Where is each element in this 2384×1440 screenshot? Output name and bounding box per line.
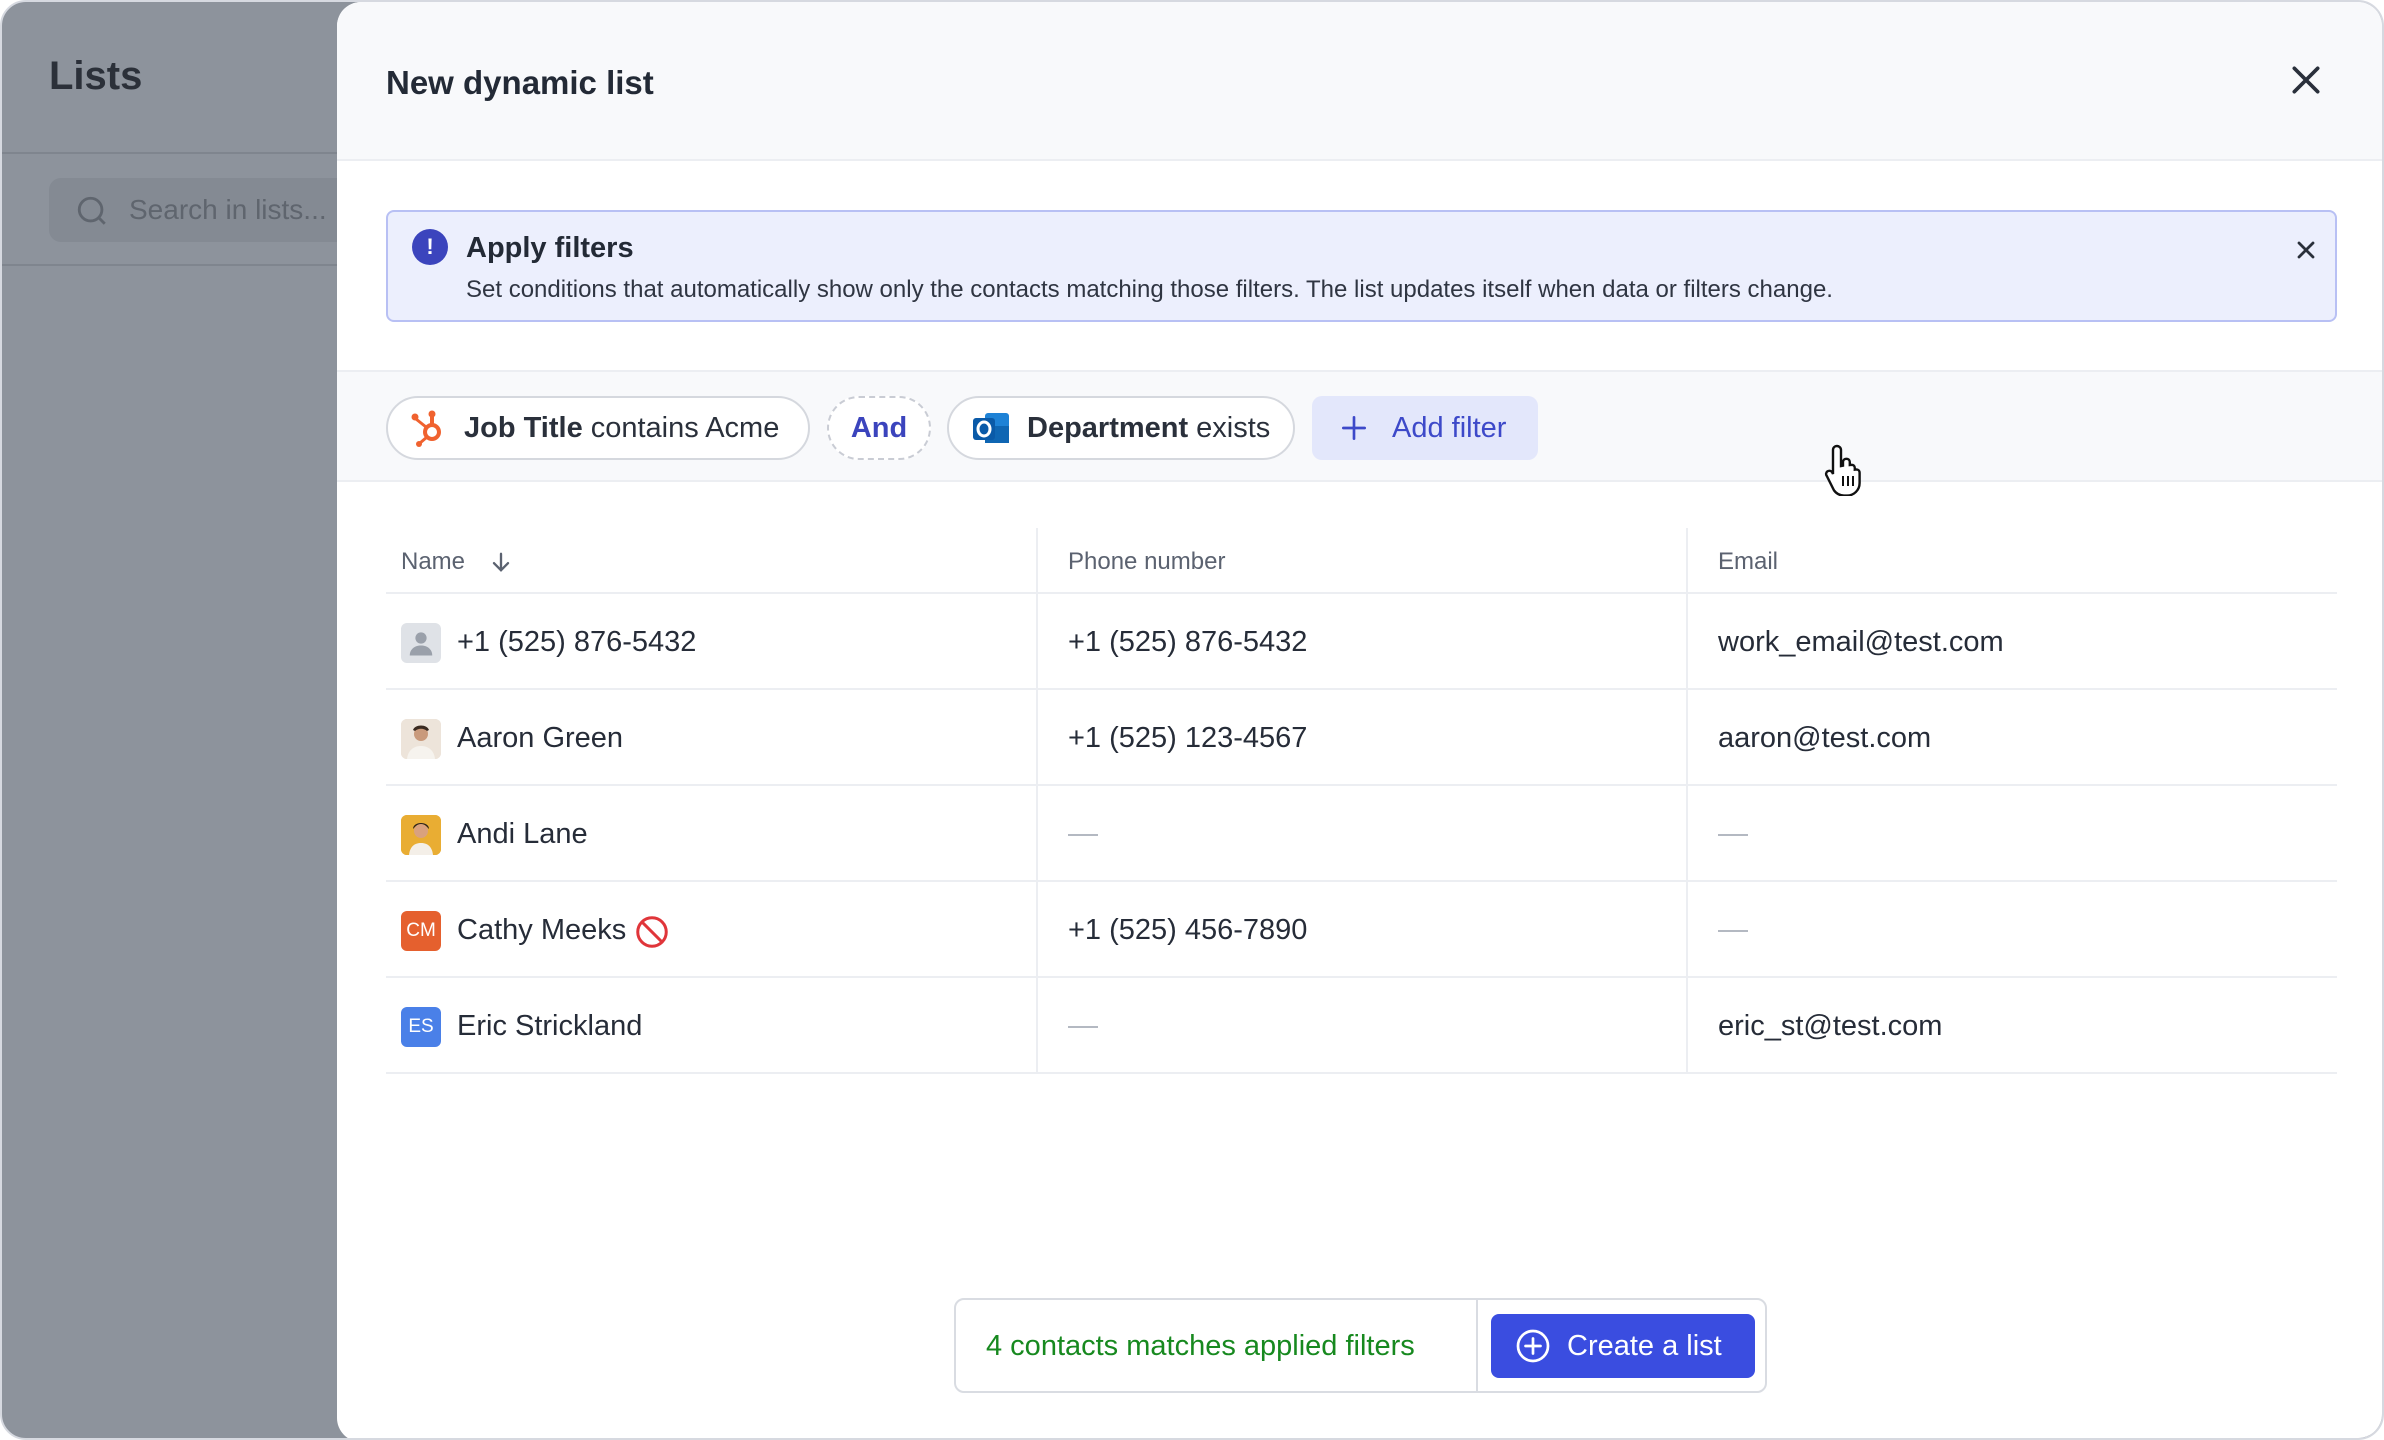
contact-phone: +1 (525) 876-5432 <box>1068 626 1308 658</box>
match-count-status: 4 contacts matches applied filters <box>986 1330 1415 1362</box>
hand-cursor-icon <box>1824 444 1861 496</box>
avatar-initials: ES <box>401 1007 441 1047</box>
empty-dash <box>1068 834 1098 837</box>
table-row[interactable]: Aaron Green +1 (525) 123-4567 aaron@test… <box>386 690 2337 786</box>
table-header: Name Phone number Email <box>386 528 2337 594</box>
add-filter-button[interactable]: Add filter <box>1312 396 1538 460</box>
contact-phone: +1 (525) 123-4567 <box>1068 722 1308 754</box>
contact-phone: +1 (525) 456-7890 <box>1068 914 1308 946</box>
filter-bar: Job Title contains Acme And Department e… <box>337 370 2382 482</box>
new-dynamic-list-modal: New dynamic list ! Apply filters Set con… <box>337 2 2382 1438</box>
filter-field: Job Title <box>464 411 583 444</box>
contact-email: work_email@test.com <box>1718 626 2004 658</box>
avatar <box>401 815 441 855</box>
create-list-label: Create a list <box>1567 1329 1722 1362</box>
exclamation-icon: ! <box>412 229 448 265</box>
table-row[interactable]: Andi Lane <box>386 786 2337 882</box>
contact-phone-empty <box>1068 1010 1098 1043</box>
contact-name: Eric Strickland <box>457 1010 643 1042</box>
divider <box>1476 1300 1478 1391</box>
contact-name: Cathy Meeks <box>457 914 627 946</box>
filter-condition: contains Acme <box>590 411 780 444</box>
avatar <box>401 719 441 759</box>
column-header-name[interactable]: Name <box>401 548 515 576</box>
contact-email: aaron@test.com <box>1718 722 1932 754</box>
empty-dash <box>1718 930 1748 933</box>
blocked-icon <box>636 916 668 948</box>
empty-dash <box>1718 834 1748 837</box>
contact-name: Andi Lane <box>457 818 588 850</box>
table-row[interactable]: +1 (525) 876-5432 +1 (525) 876-5432 work… <box>386 594 2337 690</box>
contact-phone-empty <box>1068 818 1098 851</box>
outlook-icon <box>971 408 1011 448</box>
contact-name: +1 (525) 876-5432 <box>457 626 697 658</box>
table-row[interactable]: ES Eric Strickland eric_st@test.com <box>386 978 2337 1074</box>
filter-chip-job-title[interactable]: Job Title contains Acme <box>386 396 810 460</box>
footer-action-bar: 4 contacts matches applied filters Creat… <box>954 1298 1767 1393</box>
contact-email-empty <box>1718 818 1748 851</box>
modal-title: New dynamic list <box>386 64 654 101</box>
column-header-phone[interactable]: Phone number <box>1068 548 1225 576</box>
plus-icon <box>1338 412 1370 444</box>
sort-down-icon[interactable] <box>487 548 515 576</box>
modal-header: New dynamic list <box>337 2 2382 161</box>
search-icon <box>77 196 106 225</box>
plus-circle-icon <box>1515 1328 1551 1364</box>
create-list-button[interactable]: Create a list <box>1491 1314 1755 1378</box>
filter-operator-and[interactable]: And <box>827 396 931 460</box>
empty-dash <box>1068 1026 1098 1029</box>
contact-email: eric_st@test.com <box>1718 1010 1943 1042</box>
search-input[interactable]: Search in lists... <box>49 178 369 242</box>
filter-field: Department <box>1027 411 1189 444</box>
apply-filters-alert: ! Apply filters Set conditions that auto… <box>386 210 2337 322</box>
filter-chip-department[interactable]: Department exists <box>947 396 1295 460</box>
contacts-table: Name Phone number Email +1 (525) 876-543… <box>386 528 2337 1074</box>
hubspot-icon <box>408 408 448 448</box>
avatar-initials: CM <box>401 911 441 951</box>
alert-title: Apply filters <box>466 232 634 264</box>
column-header-email[interactable]: Email <box>1718 548 1778 576</box>
contact-name: Aaron Green <box>457 722 624 754</box>
app-frame: Lists Search in lists... New dynamic lis… <box>0 0 2384 1440</box>
contact-email-empty <box>1718 914 1748 947</box>
search-placeholder: Search in lists... <box>129 194 327 225</box>
alert-close-icon[interactable] <box>2292 236 2320 264</box>
person-placeholder-icon <box>401 623 441 663</box>
alert-text: Set conditions that automatically show o… <box>466 276 1833 303</box>
header-label: Name <box>401 548 466 575</box>
close-icon[interactable] <box>2286 60 2326 100</box>
filter-condition: exists <box>1196 411 1271 444</box>
add-filter-label: Add filter <box>1392 411 1507 444</box>
lists-title: Lists <box>49 54 143 98</box>
table-row[interactable]: CM Cathy Meeks +1 (525) 456-7890 <box>386 882 2337 978</box>
